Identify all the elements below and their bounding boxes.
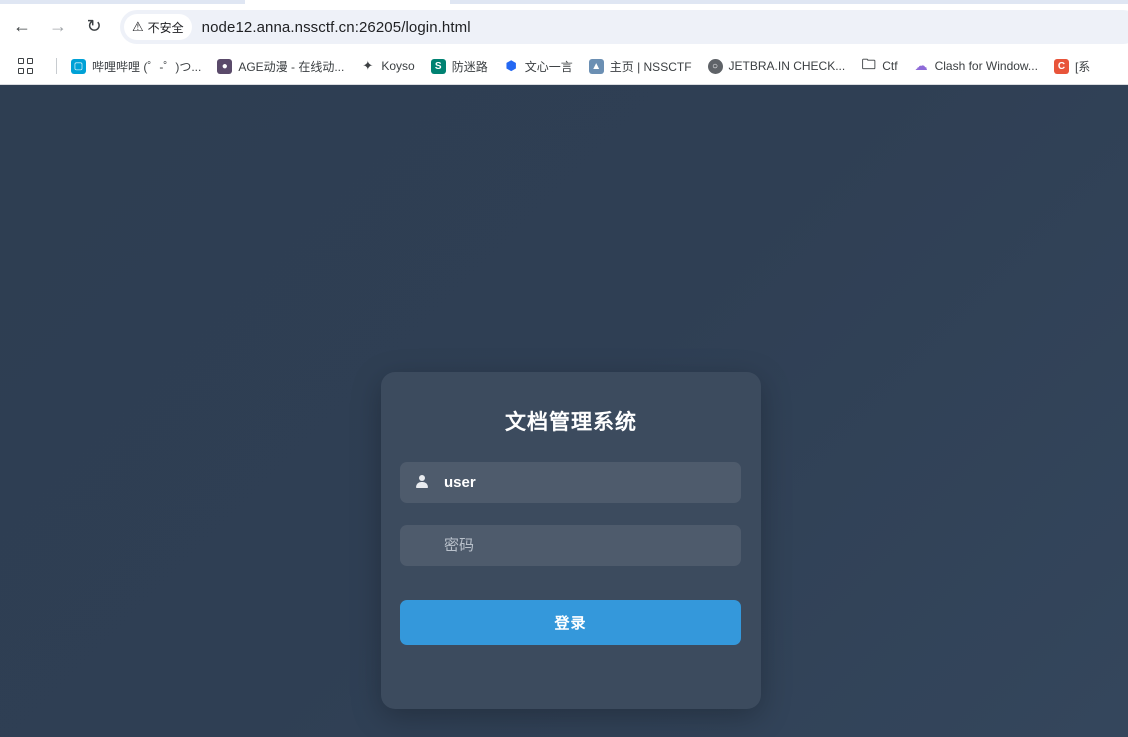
nssctf-icon: ▲ [588, 58, 604, 74]
sway-icon: S [430, 58, 446, 74]
forward-button[interactable]: → [40, 8, 76, 44]
page-title: 文档管理系统 [505, 411, 637, 434]
login-button[interactable]: 登录 [400, 600, 741, 645]
security-indicator[interactable]: ⚠ 不安全 [124, 14, 192, 40]
username-field[interactable] [400, 462, 741, 503]
bookmark-nssctf[interactable]: ▲ 主页 | NSSCTF [588, 54, 692, 78]
bookmarks-bar: ▢ 哔哩哔哩 (゜-゜)つ... ● AGE动漫 - 在线动... ✦ Koys… [0, 48, 1128, 84]
apps-grid-icon[interactable] [18, 58, 34, 74]
reload-button[interactable]: ↻ [76, 8, 112, 44]
bookmark-label: AGE动漫 - 在线动... [238, 59, 345, 74]
bookmark-label: 主页 | NSSCTF [609, 59, 692, 74]
bookmark-label: JETBRA.IN CHECK... [728, 59, 846, 73]
bookmark-age-anime[interactable]: ● AGE动漫 - 在线动... [217, 54, 344, 78]
login-page: 文档管理系统 登录 [0, 85, 1128, 737]
age-anime-icon: ● [217, 58, 233, 74]
bookmark-bilibili[interactable]: ▢ 哔哩哔哩 (゜-゜)つ... [71, 54, 201, 78]
cloud-icon: ☁ [914, 58, 928, 73]
wenxin-icon: ⬢ [505, 58, 517, 73]
warning-triangle-icon: ⚠ [132, 19, 144, 34]
bookmark-c[interactable]: C [系 [1053, 54, 1091, 78]
bookmark-label: 哔哩哔哩 (゜-゜)つ... [92, 59, 202, 74]
bookmark-label: [系 [1074, 59, 1091, 74]
bookmark-koyso[interactable]: ✦ Koyso [360, 54, 414, 78]
address-bar[interactable]: ⚠ 不安全 node12.anna.nssctf.cn:26205/login.… [120, 10, 1128, 44]
user-icon [415, 474, 429, 490]
arrow-left-icon: ← [13, 15, 31, 36]
bookmark-fangmilu[interactable]: S 防迷路 [430, 54, 488, 78]
bookmarks-separator [56, 58, 57, 74]
security-label: 不安全 [147, 20, 184, 35]
folder-icon: 🗀 [861, 56, 876, 72]
url-text[interactable]: node12.anna.nssctf.cn:26205/login.html [202, 19, 471, 36]
bookmark-wenxin[interactable]: ⬢ 文心一言 [504, 54, 573, 78]
bilibili-icon: ▢ [71, 58, 86, 74]
sparkle-icon: ✦ [362, 58, 374, 73]
browser-toolbar: ← → ↻ ⚠ 不安全 node12.anna.nssctf.cn:26205/… [0, 4, 1128, 48]
password-field[interactable] [400, 525, 741, 566]
bookmark-folder-ctf[interactable]: 🗀 Ctf [861, 54, 898, 78]
bookmark-clash[interactable]: ☁ Clash for Window... [914, 54, 1038, 78]
bookmark-label: Ctf [882, 59, 898, 73]
arrow-right-icon: → [49, 15, 67, 36]
globe-icon: ○ [707, 58, 723, 74]
bookmark-label: Koyso [381, 59, 415, 73]
bookmark-label: 防迷路 [451, 59, 488, 74]
bookmark-jetbra[interactable]: ○ JETBRA.IN CHECK... [707, 54, 846, 78]
back-button[interactable]: ← [4, 8, 40, 44]
c-icon: C [1053, 58, 1069, 74]
login-card: 文档管理系统 登录 [381, 372, 761, 709]
reload-icon: ↻ [86, 15, 102, 36]
password-input[interactable] [444, 525, 734, 566]
browser-chrome: ← → ↻ ⚠ 不安全 node12.anna.nssctf.cn:26205/… [0, 0, 1128, 85]
bookmark-label: 文心一言 [524, 59, 573, 74]
username-input[interactable] [444, 462, 734, 503]
bookmark-label: Clash for Window... [934, 59, 1038, 73]
